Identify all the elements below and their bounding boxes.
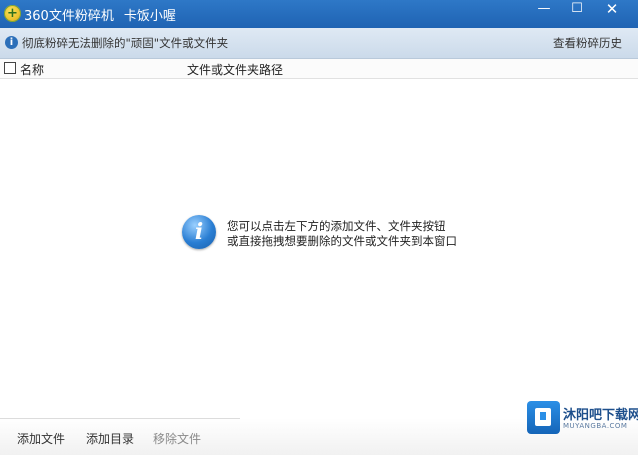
remove-file-button[interactable]: 移除文件 (153, 430, 201, 447)
empty-hint-line1: 您可以点击左下方的添加文件、文件夹按钮 (227, 219, 446, 233)
info-large-icon: i (182, 215, 216, 249)
app-subtitle: 卡饭小喔 (123, 9, 176, 24)
watermark-text: 沐阳吧下载网 (563, 408, 638, 423)
toolbar-divider (0, 418, 240, 419)
column-header-path[interactable]: 文件或文件夹路径 (187, 61, 283, 78)
close-button[interactable]: ✕ (596, 0, 628, 20)
app-title: 360文件粉碎机 (24, 9, 114, 24)
column-header-name[interactable]: 名称 (20, 61, 44, 78)
watermark-logo (527, 401, 560, 434)
shredder-logo-icon: + (4, 5, 21, 22)
minimize-button[interactable]: — (528, 0, 560, 20)
add-file-button[interactable]: 添加文件 (17, 430, 65, 447)
cube-icon (535, 408, 551, 426)
info-bar: i 彻底粉碎无法删除的"顽固"文件或文件夹 查看粉碎历史 (0, 28, 638, 59)
select-all-checkbox[interactable] (4, 62, 16, 74)
empty-hint-line2: 或直接拖拽想要删除的文件或文件夹到本窗口 (227, 234, 457, 248)
info-text: 彻底粉碎无法删除的"顽固"文件或文件夹 (22, 36, 229, 50)
file-list-header: 名称 文件或文件夹路径 (0, 59, 638, 79)
view-history-link[interactable]: 查看粉碎历史 (553, 35, 622, 51)
info-icon: i (5, 36, 18, 49)
maximize-button[interactable]: ☐ (561, 0, 593, 20)
window-title: 360文件粉碎机 卡饭小喔 (24, 5, 176, 24)
file-shredder-window: + 360文件粉碎机 卡饭小喔 — ☐ ✕ i 彻底粉碎无法删除的"顽固"文件或文… (0, 0, 638, 455)
watermark-url: MUYANGBA.COM (563, 422, 628, 430)
title-bar[interactable]: + 360文件粉碎机 卡饭小喔 — ☐ ✕ (0, 0, 638, 28)
add-directory-button[interactable]: 添加目录 (86, 430, 134, 447)
